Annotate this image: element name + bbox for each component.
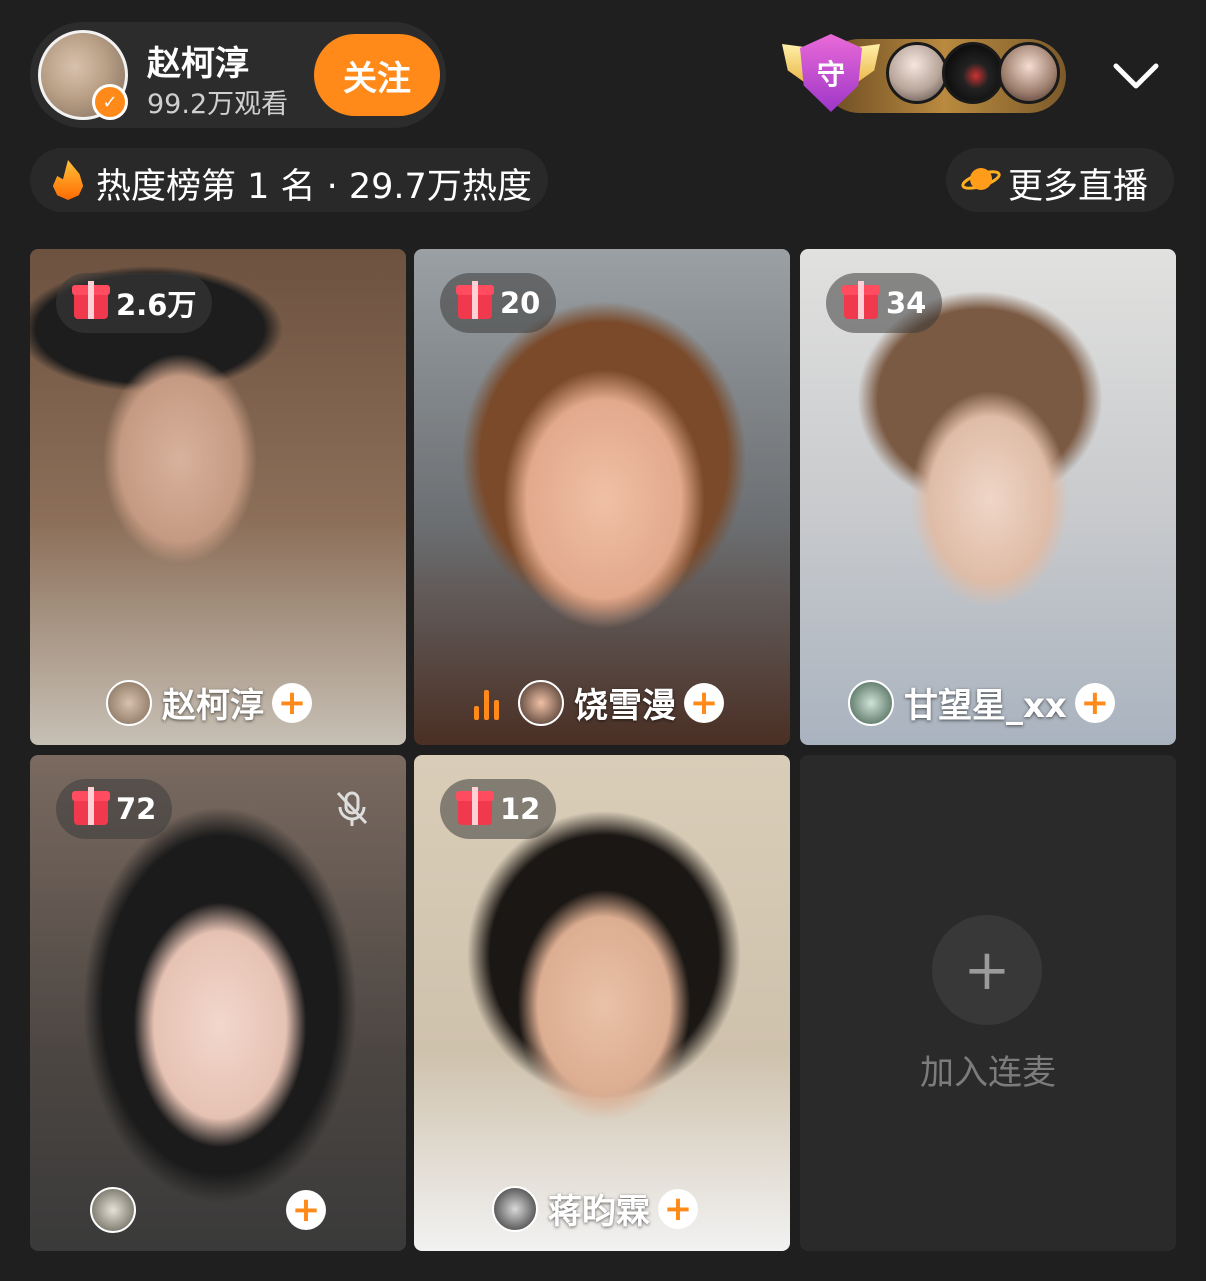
gift-count: 2.6万 xyxy=(116,288,197,322)
join-mic-label: 加入连麦 xyxy=(920,1053,1056,1093)
guardian-ranking[interactable]: 守 xyxy=(782,34,1072,118)
gift-icon xyxy=(72,787,110,825)
more-live-label[interactable]: 更多直播 xyxy=(1008,158,1148,209)
gift-count-badge[interactable]: 20 xyxy=(440,273,557,333)
gift-icon xyxy=(72,281,110,319)
video-tile[interactable]: 12 蒋昀霖 + xyxy=(414,755,790,1251)
gift-count: 34 xyxy=(886,286,927,320)
mic-muted-icon xyxy=(336,791,368,826)
gift-count-badge[interactable]: 34 xyxy=(826,273,943,333)
participant-row: + xyxy=(90,1187,326,1233)
gift-count: 72 xyxy=(116,792,157,826)
gift-count-badge[interactable]: 12 xyxy=(440,779,557,839)
participant-row: 饶雪漫 + xyxy=(474,678,724,727)
top-viewer-avatar[interactable] xyxy=(886,42,948,104)
participant-avatar[interactable] xyxy=(848,679,894,726)
participant-name: 甘望星_xx xyxy=(904,686,1067,726)
participant-row: 赵柯淳 + xyxy=(106,678,312,727)
top-viewer-avatar[interactable] xyxy=(942,42,1004,104)
gift-count-badge[interactable]: 72 xyxy=(56,779,173,839)
participant-row: 蒋昀霖 + xyxy=(492,1184,698,1233)
gift-count: 12 xyxy=(500,792,541,826)
follow-button[interactable]: 关注 xyxy=(314,34,440,116)
gift-icon xyxy=(842,281,880,319)
participant-avatar[interactable] xyxy=(518,679,564,726)
gift-count-badge[interactable]: 2.6万 xyxy=(56,273,213,333)
heat-ranking-text[interactable]: 热度榜第 1 名 · 29.7万热度 xyxy=(96,158,532,209)
planet-icon xyxy=(961,168,1001,190)
verified-badge-icon: ✓ xyxy=(92,84,128,120)
gift-icon xyxy=(456,787,494,825)
participant-row: 甘望星_xx + xyxy=(848,678,1115,727)
participant-name: 饶雪漫 xyxy=(574,686,676,726)
participant-name: 赵柯淳 xyxy=(162,686,264,726)
follow-plus-button[interactable]: + xyxy=(658,1188,698,1229)
gift-count: 20 xyxy=(500,286,541,320)
speaking-indicator-icon xyxy=(474,686,504,720)
gift-icon xyxy=(456,281,494,319)
follow-plus-button[interactable]: + xyxy=(684,682,724,723)
follow-plus-button[interactable]: + xyxy=(272,682,312,723)
participant-avatar[interactable] xyxy=(90,1187,136,1233)
view-count: 99.2万观看 xyxy=(147,89,289,120)
video-tile[interactable]: 20 饶雪漫 + xyxy=(414,249,790,745)
join-mic-tile[interactable]: + 加入连麦 xyxy=(800,755,1176,1251)
follow-plus-button[interactable]: + xyxy=(1074,682,1115,723)
guard-shield-label: 守 xyxy=(816,58,845,91)
video-tile[interactable]: 34 甘望星_xx + xyxy=(800,249,1176,745)
follow-plus-button[interactable]: + xyxy=(286,1190,326,1230)
top-viewer-avatar[interactable] xyxy=(998,42,1060,104)
participant-name: 蒋昀霖 xyxy=(548,1192,650,1232)
host-name[interactable]: 赵柯淳 xyxy=(147,36,249,85)
plus-icon[interactable]: + xyxy=(932,915,1042,1025)
participant-avatar[interactable] xyxy=(106,679,152,726)
video-tile[interactable]: 2.6万 赵柯淳 + xyxy=(30,249,406,745)
participant-avatar[interactable] xyxy=(492,1185,538,1232)
chevron-down-icon[interactable] xyxy=(1112,54,1160,102)
video-tile[interactable]: 72 + xyxy=(30,755,406,1251)
